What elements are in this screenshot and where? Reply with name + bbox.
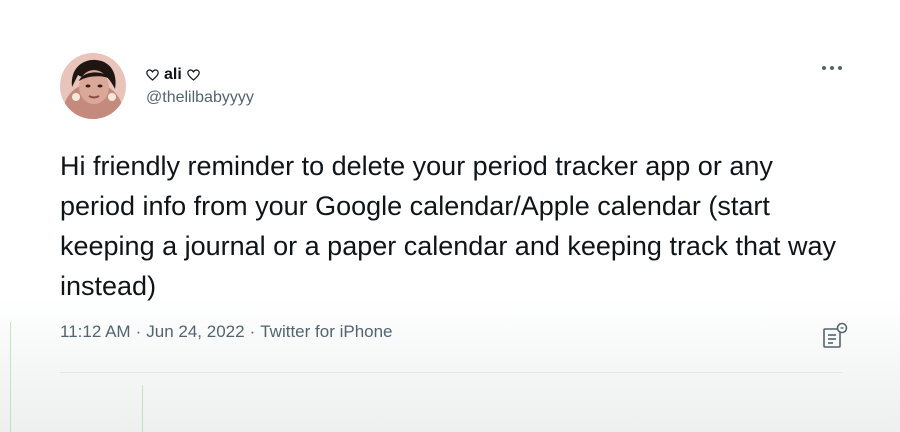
tweet-text: Hi friendly reminder to delete your peri…: [60, 151, 836, 301]
divider: [60, 372, 842, 373]
tweet-metadata: 11:12 AM · Jun 24, 2022 · Twitter for iP…: [60, 322, 393, 342]
avatar-image: [60, 53, 126, 119]
edge-artifact: [142, 385, 143, 432]
tweet-time[interactable]: 11:12 AM: [60, 322, 131, 342]
display-name-text: ali: [164, 65, 182, 83]
avatar[interactable]: [60, 53, 126, 119]
meta-separator: ·: [249, 322, 256, 341]
meta-separator: ·: [135, 322, 142, 341]
tweet-header: ali @thelilbabyyyy: [60, 52, 850, 120]
edge-artifact: [10, 322, 11, 432]
author-names: ali @thelilbabyyyy: [146, 64, 254, 109]
tweet-source[interactable]: Twitter for iPhone: [260, 322, 392, 342]
heart-outline-icon: [146, 68, 159, 81]
author-handle[interactable]: @thelilbabyyyy: [146, 87, 254, 109]
heart-outline-icon: [186, 68, 200, 81]
view-analytics-icon[interactable]: [822, 322, 850, 350]
tweet-date[interactable]: Jun 24, 2022: [146, 322, 244, 342]
tweet-card: ali @thelilbabyyyy Hi friendly reminder …: [60, 52, 850, 306]
more-horizontal-icon[interactable]: [820, 62, 844, 74]
author-display-name[interactable]: ali: [146, 64, 254, 86]
tweet-screenshot: ali @thelilbabyyyy Hi friendly reminder …: [0, 0, 900, 432]
